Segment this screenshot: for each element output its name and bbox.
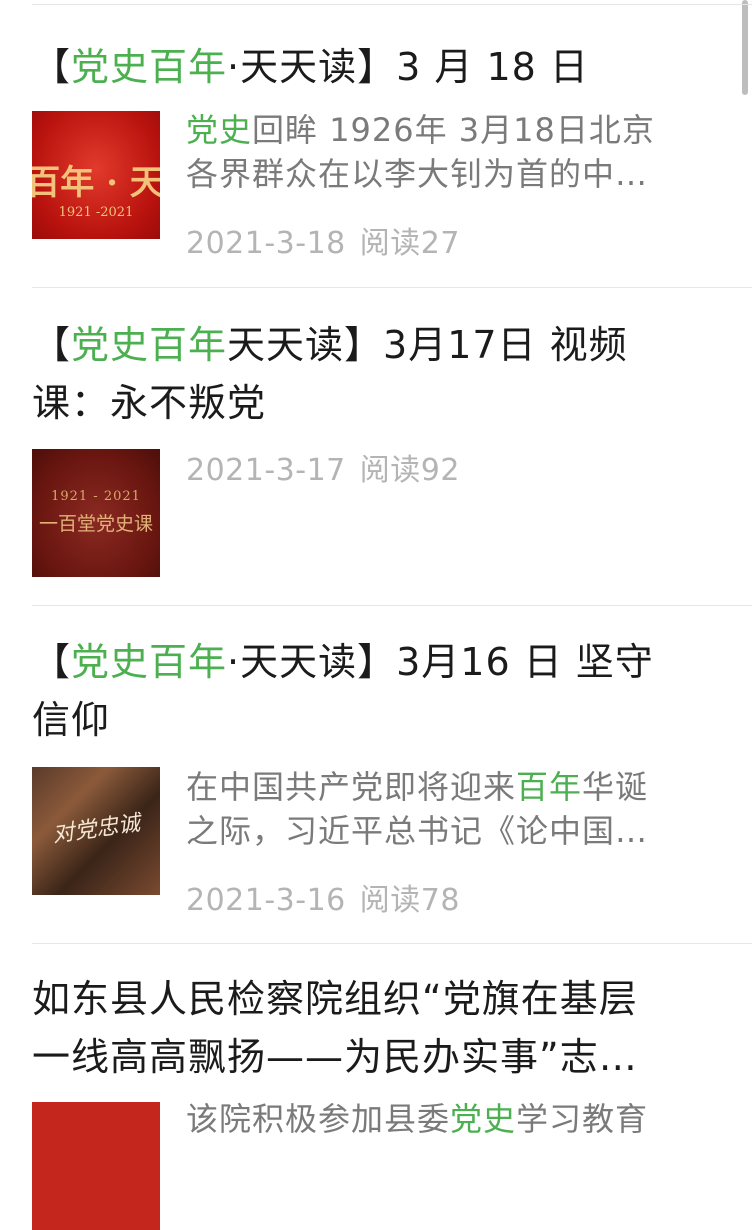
summary-text: 回眸 1926年 3月18日北京 <box>252 111 655 149</box>
article-thumbnail[interactable]: 1921 - 2021 一百堂党史课 <box>32 449 160 577</box>
title-text: 一线高高飘扬——为民办实事”志… <box>32 1035 638 1079</box>
thumbnail-title: 对党忠诚 <box>51 810 142 848</box>
title-text: ·天天读】3 月 18 日 <box>227 45 589 89</box>
article-title[interactable]: 如东县人民检察院组织“党旗在基层 一线高高飘扬——为民办实事”志… <box>32 970 714 1086</box>
read-count: 阅读78 <box>359 883 460 918</box>
article-meta: 2021-3-16 阅读78 <box>186 875 460 919</box>
article-summary[interactable]: 在中国共产党即将迎来百年华诞 之际，习近平总书记《论中国… <box>186 765 722 853</box>
divider <box>32 605 752 606</box>
article-title[interactable]: 【党史百年·天天读】3 月 18 日 <box>32 38 714 96</box>
title-highlight: 党史百年 <box>71 323 228 367</box>
summary-highlight: 党史 <box>186 111 253 149</box>
title-bracket: 【 <box>32 323 72 367</box>
article-meta: 2021-3-17 阅读92 <box>186 445 460 489</box>
article-title[interactable]: 【党史百年·天天读】3月16 日 坚守 信仰 <box>32 633 714 749</box>
title-highlight: 党史百年 <box>71 45 228 89</box>
title-text: 天天读】3月17日 视频 <box>227 323 628 367</box>
publish-date: 2021-3-18 <box>186 226 346 261</box>
divider <box>32 287 752 288</box>
article-thumbnail[interactable] <box>32 1102 160 1230</box>
title-highlight: 党史百年 <box>71 640 228 684</box>
article-title[interactable]: 【党史百年天天读】3月17日 视频 课：永不叛党 <box>32 316 714 432</box>
thumbnail-title: 百年 · 天 <box>32 163 160 203</box>
thumbnail-title: 一百堂党史课 <box>38 513 153 535</box>
read-count: 阅读92 <box>359 453 460 488</box>
publish-date: 2021-3-17 <box>186 453 346 488</box>
thumbnail-years: 1921 -2021 <box>58 205 134 220</box>
article-summary[interactable]: 党史回眸 1926年 3月18日北京 各界群众在以李大钊为首的中… <box>186 108 722 196</box>
summary-highlight: 党史 <box>450 1100 517 1138</box>
title-text: 如东县人民检察院组织“党旗在基层 <box>32 977 638 1021</box>
summary-text: 之际，习近平总书记《论中国… <box>186 812 649 850</box>
summary-text: 学习教育 <box>516 1100 649 1138</box>
summary-text: 各界群众在以李大钊为首的中… <box>186 155 649 193</box>
summary-text: 华诞 <box>582 768 649 806</box>
read-count: 阅读27 <box>359 226 460 261</box>
divider <box>32 943 752 944</box>
summary-text: 该院积极参加县委 <box>186 1100 451 1138</box>
article-summary[interactable]: 该院积极参加县委党史学习教育 <box>186 1097 722 1141</box>
summary-text: 在中国共产党即将迎来 <box>186 768 517 806</box>
scrollbar[interactable] <box>742 0 748 95</box>
article-thumbnail[interactable]: 百年 · 天 1921 -2021 <box>32 111 160 239</box>
title-bracket: 【 <box>32 640 72 684</box>
title-text: 课：永不叛党 <box>32 381 267 425</box>
publish-date: 2021-3-16 <box>186 883 346 918</box>
thumbnail-years: 1921 - 2021 <box>51 489 141 504</box>
divider <box>32 4 752 5</box>
title-text: ·天天读】3月16 日 坚守 <box>227 640 654 684</box>
title-bracket: 【 <box>32 45 72 89</box>
summary-highlight: 百年 <box>516 768 583 806</box>
article-thumbnail[interactable]: 对党忠诚 <box>32 767 160 895</box>
article-meta: 2021-3-18 阅读27 <box>186 218 460 262</box>
title-text: 信仰 <box>32 698 111 742</box>
